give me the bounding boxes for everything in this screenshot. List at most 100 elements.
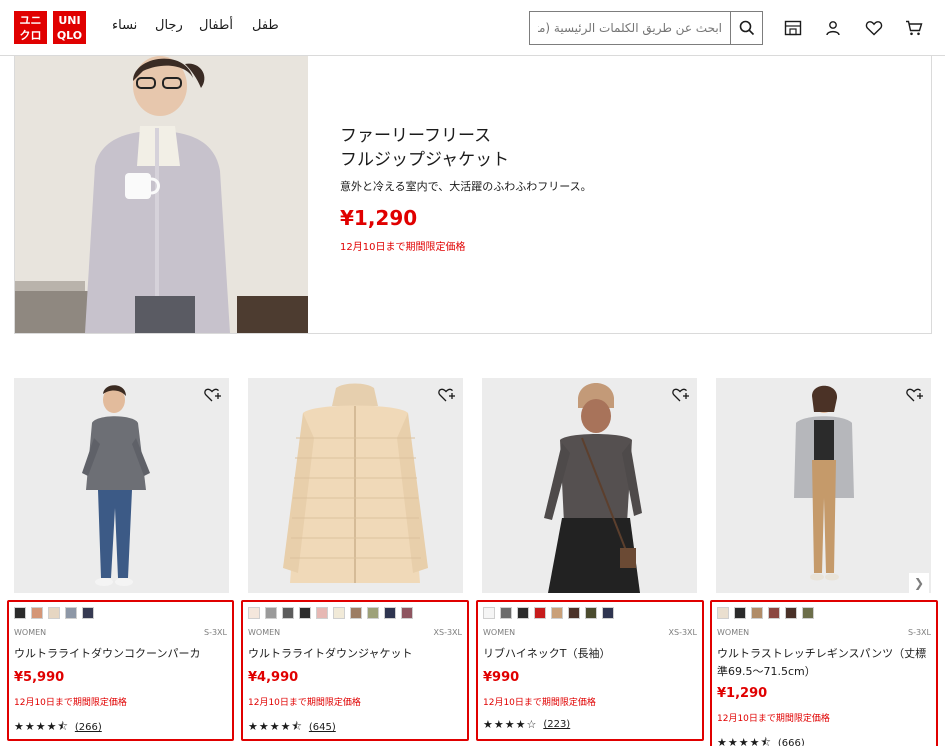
color-swatch[interactable] [500,607,512,619]
color-swatch[interactable] [551,607,563,619]
review-count-link[interactable]: (266) [75,722,102,733]
color-swatch[interactable] [248,607,260,619]
color-swatch[interactable] [401,607,413,619]
add-to-wishlist-button[interactable] [203,385,223,405]
carousel-next-button[interactable]: ❯ [909,573,929,593]
hero-title-line2: フルジップジャケット [340,150,510,170]
color-swatches [483,607,614,619]
hero-price: ¥1,290 [340,206,418,230]
product-image [248,378,463,593]
color-swatch[interactable] [316,607,328,619]
color-swatch[interactable] [483,607,495,619]
color-swatch[interactable] [768,607,780,619]
color-swatches [14,607,94,619]
color-swatch[interactable] [350,607,362,619]
heart-plus-icon [204,388,221,402]
product-info[interactable]: WOMEN XS-3XL リブハイネックT（長袖） ¥990 12月10日まで期… [476,600,704,741]
color-swatch[interactable] [802,607,814,619]
color-swatch[interactable] [534,607,546,619]
product-image [14,378,229,593]
add-to-wishlist-button[interactable] [437,385,457,405]
review-count-link[interactable]: (645) [309,722,336,733]
product-image [716,378,931,593]
add-to-wishlist-button[interactable] [905,385,925,405]
product-price: ¥5,990 [14,670,65,685]
color-swatch[interactable] [751,607,763,619]
color-swatch[interactable] [602,607,614,619]
color-swatch[interactable] [384,607,396,619]
product-name[interactable]: ウルトラライトダウンコクーンパーカ [14,645,229,663]
product-info[interactable]: WOMEN S-3XL ウルトラストレッチレギンスパンツ（丈標準69.5～71.… [710,600,938,746]
hero-banner[interactable]: ファーリーフリース フルジップジャケット 意外と冷える室内で、大活躍のふわふわフ… [14,56,932,334]
limited-price-note: 12月10日まで期間限定価格 [483,698,596,708]
nav-women[interactable]: نساء [112,18,137,33]
color-swatch[interactable] [517,607,529,619]
add-to-wishlist-button[interactable] [671,385,691,405]
heart-plus-icon [438,388,455,402]
logo-katakana: ユニ クロ [14,11,47,44]
product-info[interactable]: WOMEN XS-3XL ウルトラライトダウンジャケット ¥4,990 12月1… [241,600,469,741]
nav-baby[interactable]: طفل [252,18,279,33]
color-swatch[interactable] [82,607,94,619]
logo-latin: UNI QLO [53,11,86,44]
limited-price-note: 12月10日まで期間限定価格 [248,698,361,708]
product-gender: WOMEN [14,628,47,637]
hero-limited-note: 12月10日まで期間限定価格 [340,242,466,253]
color-swatch[interactable] [333,607,345,619]
product-name[interactable]: ウルトラストレッチレギンスパンツ（丈標準69.5～71.5cm） [717,645,932,681]
product-info[interactable]: WOMEN S-3XL ウルトラライトダウンコクーンパーカ ¥5,990 12月… [7,600,234,741]
review-count-link[interactable]: (666) [778,738,805,746]
product-image [482,378,697,593]
rating-stars: ★★★★⯪ [717,736,772,746]
search-button[interactable] [730,12,762,44]
color-swatch[interactable] [785,607,797,619]
product-name[interactable]: ウルトラライトダウンジャケット [248,645,463,663]
rating-stars: ★★★★⯪ [248,720,303,733]
product-gender: WOMEN [483,628,516,637]
uniqlo-logo[interactable]: ユニ クロ UNI QLO [14,11,86,44]
review-count-link[interactable]: (223) [543,719,570,730]
hero-title-line1: ファーリーフリース [340,126,492,146]
product-rating: ★★★★⯪ (266) [14,718,102,737]
header: ユニ クロ UNI QLO نساء رجال أطفال طفل [0,0,945,56]
product-price: ¥4,990 [248,670,299,685]
heart-plus-icon [906,388,923,402]
product-rating: ★★★★☆ (223) [483,718,570,731]
color-swatch[interactable] [48,607,60,619]
heart-plus-icon [672,388,689,402]
product-size-range: XS-3XL [668,628,697,637]
limited-price-note: 12月10日まで期間限定価格 [14,698,127,708]
color-swatches [717,607,814,619]
color-swatch[interactable] [282,607,294,619]
heart-icon[interactable] [863,17,885,39]
cart-icon[interactable] [903,17,925,39]
search-input[interactable] [530,12,730,44]
color-swatch[interactable] [265,607,277,619]
hero-image [15,56,308,333]
color-swatch[interactable] [367,607,379,619]
hero-title: ファーリーフリース フルジップジャケット [340,124,509,172]
search-box [529,11,763,45]
product-size-range: XS-3XL [433,628,462,637]
color-swatch[interactable] [31,607,43,619]
nav-men[interactable]: رجال [155,18,183,33]
color-swatch[interactable] [585,607,597,619]
rating-stars: ★★★★☆ [483,718,538,731]
color-swatch[interactable] [717,607,729,619]
search-icon [739,20,754,36]
product-price: ¥1,290 [717,686,768,701]
color-swatch[interactable] [734,607,746,619]
nav-kids[interactable]: أطفال [199,18,233,33]
color-swatch[interactable] [568,607,580,619]
product-size-range: S-3XL [908,628,931,637]
color-swatch[interactable] [65,607,77,619]
store-icon[interactable] [782,17,804,39]
user-icon[interactable] [822,17,844,39]
color-swatch[interactable] [299,607,311,619]
limited-price-note: 12月10日まで期間限定価格 [717,714,830,724]
product-name[interactable]: リブハイネックT（長袖） [483,645,698,663]
color-swatches [248,607,413,619]
hero-description: 意外と冷える室内で、大活躍のふわふわフリース。 [340,180,592,193]
product-gender: WOMEN [248,628,281,637]
color-swatch[interactable] [14,607,26,619]
